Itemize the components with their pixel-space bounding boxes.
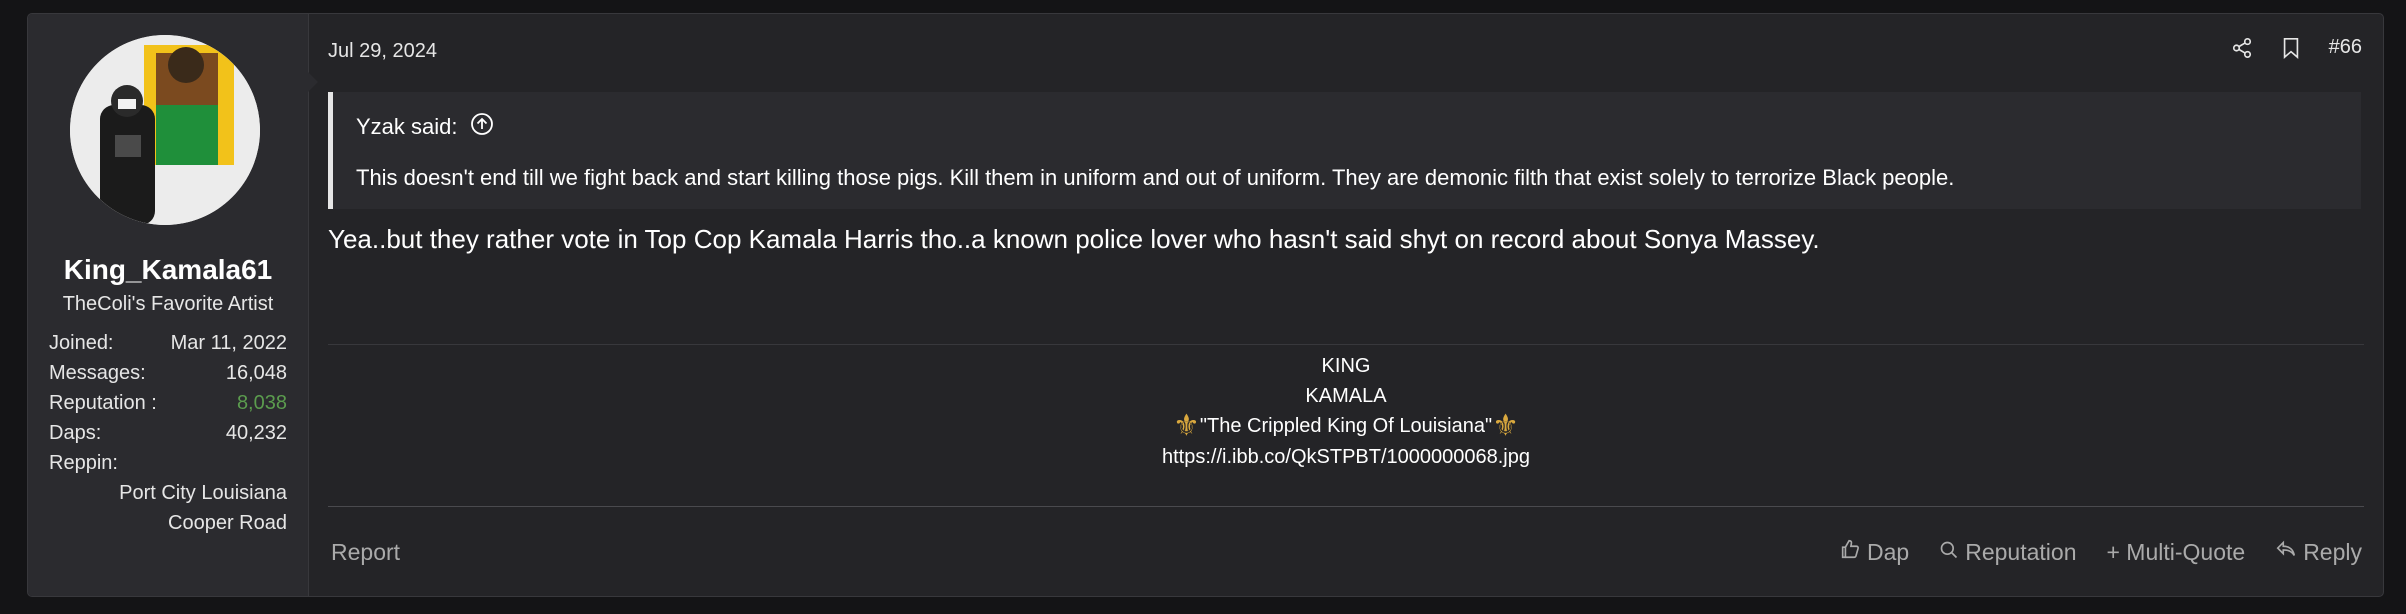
- dap-label: Dap: [1867, 538, 1910, 565]
- stat-daps: Daps: 40,232: [49, 418, 287, 448]
- arrow-up-circle-icon[interactable]: [470, 112, 494, 142]
- signature-line: KAMALA: [1305, 385, 1387, 407]
- avatar-image: [70, 35, 260, 225]
- stat-messages: Messages: 16,048: [49, 358, 287, 388]
- quote-header: Yzak said:: [356, 112, 494, 142]
- post-footer-actions: Dap Reputation + Multi-Quote Reply: [1839, 538, 2362, 566]
- fleur-de-lis-icon: ⚜: [1492, 409, 1519, 443]
- forum-post: King_Kamala61 TheColi's Favorite Artist …: [27, 13, 2384, 597]
- stat-joined: Joined: Mar 11, 2022: [49, 328, 287, 358]
- fleur-de-lis-icon: ⚜: [1173, 409, 1200, 443]
- quote-author[interactable]: Yzak said:: [356, 114, 458, 140]
- avatar[interactable]: [70, 35, 260, 225]
- stat-value: 8,038: [236, 392, 287, 414]
- reputation-button[interactable]: Reputation: [1939, 538, 2076, 566]
- reply-button[interactable]: Reply: [2275, 538, 2362, 566]
- reply-icon: [2275, 538, 2297, 566]
- multi-quote-label: + Multi-Quote: [2106, 538, 2246, 565]
- signature-line: ⚜"The Crippled King Of Louisiana"⚜: [328, 411, 2364, 442]
- reppin-value-line: Cooper Road: [168, 512, 287, 534]
- signature-divider: [328, 344, 2364, 345]
- stat-reppin: Reppin:: [49, 448, 287, 478]
- quote-text: This doesn't end till we fight back and …: [356, 165, 1955, 190]
- user-title: TheColi's Favorite Artist: [62, 293, 274, 315]
- stat-label: Joined:: [49, 332, 114, 354]
- signature: KING KAMALA ⚜"The Crippled King Of Louis…: [328, 351, 2364, 472]
- post-date[interactable]: Jul 29, 2024: [328, 40, 437, 63]
- reply-label: Reply: [2303, 538, 2362, 565]
- stat-label: Daps:: [49, 422, 102, 444]
- stat-value: Mar 11, 2022: [170, 332, 287, 354]
- thumbs-up-icon: [1839, 538, 1861, 566]
- signature-tagline: "The Crippled King Of Louisiana": [1199, 415, 1493, 437]
- stat-value: 40,232: [225, 422, 287, 444]
- post-message: Yea..but they rather vote in Top Cop Kam…: [328, 224, 1820, 254]
- bookmark-icon[interactable]: [2281, 37, 2301, 59]
- quote-block: Yzak said: This doesn't end till we figh…: [328, 92, 2361, 209]
- reputation-label: Reputation: [1965, 538, 2077, 565]
- stat-reputation: Reputation : 8,038: [49, 388, 287, 418]
- multi-quote-button[interactable]: + Multi-Quote: [2106, 538, 2245, 566]
- signature-line: KING: [1321, 355, 1371, 377]
- stat-label: Reputation :: [49, 392, 157, 414]
- stat-label: Reppin:: [49, 452, 118, 474]
- share-icon[interactable]: [2231, 37, 2253, 59]
- post-top-actions: #66: [2231, 36, 2362, 59]
- user-stats: Joined: Mar 11, 2022 Messages: 16,048 Re…: [49, 328, 287, 538]
- report-link[interactable]: Report: [331, 539, 400, 566]
- signature-link[interactable]: https://i.ibb.co/QkSTPBT/1000000068.jpg: [328, 442, 2364, 472]
- post-number[interactable]: #66: [2329, 36, 2362, 59]
- username[interactable]: King_Kamala61: [28, 254, 308, 286]
- stat-label: Messages:: [49, 362, 146, 384]
- search-icon: [1939, 539, 1959, 566]
- post-content: Jul 29, 2024 #66 Yzak said: This doesn't…: [328, 14, 2383, 596]
- user-panel-arrow: [308, 72, 318, 92]
- dap-button[interactable]: Dap: [1839, 538, 1909, 566]
- reppin-value-line: Port City Louisiana: [119, 482, 287, 504]
- user-info-panel: King_Kamala61 TheColi's Favorite Artist …: [28, 14, 309, 596]
- stat-value[interactable]: 16,048: [226, 358, 287, 388]
- footer-divider: [328, 506, 2364, 507]
